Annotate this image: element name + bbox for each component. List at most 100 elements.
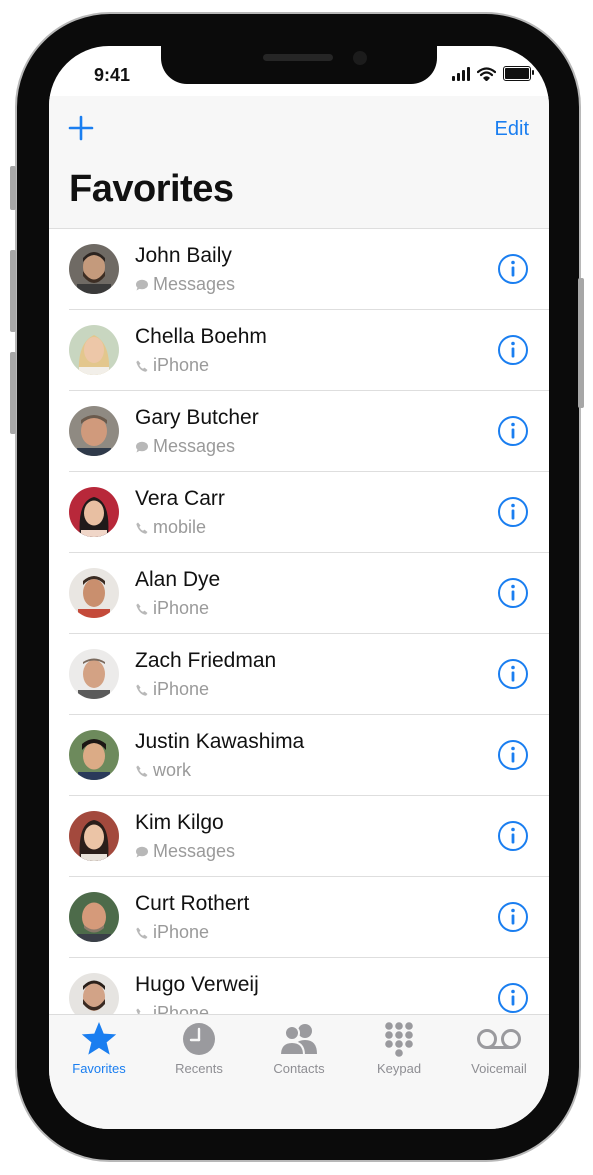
info-icon[interactable] <box>497 901 529 933</box>
nav-header: Edit Favorites <box>49 96 549 228</box>
favorite-row[interactable]: Chella Boehm iPhone <box>69 310 549 391</box>
contact-name: Justin Kawashima <box>135 730 305 753</box>
favorite-row[interactable]: Gary Butcher Messages <box>69 391 549 472</box>
info-icon[interactable] <box>497 253 529 285</box>
contact-name: Curt Rothert <box>135 892 250 915</box>
info-icon[interactable] <box>497 982 529 1014</box>
tab-voicemail[interactable]: Voicemail <box>449 1021 549 1076</box>
contact-detail: Messages <box>135 841 235 862</box>
tab-favorites[interactable]: Favorites <box>49 1021 149 1076</box>
earpiece-speaker <box>263 54 333 61</box>
avatar <box>69 244 119 294</box>
tab-recents[interactable]: Recents <box>149 1021 249 1076</box>
battery-icon <box>503 66 534 81</box>
power-button <box>578 278 584 408</box>
phone-icon <box>136 765 148 777</box>
info-icon[interactable] <box>497 658 529 690</box>
notch <box>161 46 437 84</box>
favorite-row[interactable]: Alan Dye iPhone <box>69 553 549 634</box>
volume-up-button <box>10 250 16 332</box>
phone-icon <box>136 684 148 696</box>
add-favorite-button[interactable] <box>67 114 95 142</box>
tab-bar: Favorites Recents Contacts Keypad Voicem… <box>49 1014 549 1129</box>
tab-label: Favorites <box>72 1061 126 1076</box>
contact-label: Messages <box>153 436 236 456</box>
contact-name: Kim Kilgo <box>135 811 224 834</box>
avatar <box>69 973 119 1015</box>
info-icon[interactable] <box>497 415 529 447</box>
contact-detail: iPhone <box>135 355 209 376</box>
avatar <box>69 892 119 942</box>
avatar <box>69 325 119 375</box>
page-title: Favorites <box>69 168 234 210</box>
phone-icon <box>136 927 148 939</box>
favorite-row[interactable]: Justin Kawashima work <box>69 715 549 796</box>
contact-label: mobile <box>153 517 207 537</box>
avatar <box>69 649 119 699</box>
phone-icon <box>136 360 148 372</box>
favorite-row[interactable]: John Baily Messages <box>69 229 549 310</box>
favorite-row[interactable]: Kim Kilgo Messages <box>69 796 549 877</box>
avatar <box>69 568 119 618</box>
contact-name: Zach Friedman <box>135 649 277 672</box>
info-icon[interactable] <box>497 496 529 528</box>
info-icon[interactable] <box>497 334 529 366</box>
favorite-row[interactable]: Zach Friedman iPhone <box>69 634 549 715</box>
contacts-icon <box>278 1024 317 1056</box>
favorites-list: John Baily Messages Chella Boehm iPhone … <box>49 228 549 1015</box>
cellular-signal-icon <box>452 67 470 81</box>
volume-down-button <box>10 352 16 434</box>
contact-name: John Baily <box>135 244 232 267</box>
tab-keypad[interactable]: Keypad <box>349 1021 449 1076</box>
avatar <box>69 406 119 456</box>
contact-label: work <box>153 760 192 780</box>
tab-label: Recents <box>175 1061 223 1076</box>
front-camera <box>353 51 367 65</box>
status-time: 9:41 <box>94 65 131 85</box>
message-bubble-icon <box>136 846 148 857</box>
keypad-icon <box>385 1022 413 1057</box>
phone-icon <box>136 603 148 615</box>
contact-label: Messages <box>153 841 236 861</box>
edit-button[interactable]: Edit <box>495 118 529 141</box>
contact-label: iPhone <box>153 922 210 942</box>
contact-detail: Messages <box>135 436 235 457</box>
tab-label: Voicemail <box>471 1061 527 1076</box>
contact-name: Vera Carr <box>135 487 225 510</box>
favorite-row[interactable]: Hugo Verweij iPhone <box>69 958 549 1015</box>
message-bubble-icon <box>136 279 148 290</box>
contact-name: Hugo Verweij <box>135 973 259 996</box>
favorite-row[interactable]: Vera Carr mobile <box>69 472 549 553</box>
tab-label: Contacts <box>273 1061 325 1076</box>
mute-switch <box>10 166 16 210</box>
contact-label: iPhone <box>153 598 210 618</box>
star-icon <box>81 1022 117 1055</box>
info-icon[interactable] <box>497 820 529 852</box>
voicemail-icon <box>477 1029 521 1049</box>
contact-detail: iPhone <box>135 598 209 619</box>
phone-screen: 9:41 Edit Favorites John Baily Messages <box>49 46 549 1129</box>
contact-detail: iPhone <box>135 679 209 700</box>
contact-detail: mobile <box>135 517 206 538</box>
contact-label: Messages <box>153 274 236 294</box>
contact-name: Gary Butcher <box>135 406 259 429</box>
favorite-row[interactable]: Curt Rothert iPhone <box>69 877 549 958</box>
info-icon[interactable] <box>497 739 529 771</box>
phone-icon <box>136 522 148 534</box>
contact-name: Chella Boehm <box>135 325 267 348</box>
contact-name: Alan Dye <box>135 568 221 591</box>
info-icon[interactable] <box>497 577 529 609</box>
contact-detail: iPhone <box>135 922 209 943</box>
tab-label: Keypad <box>376 1061 422 1076</box>
contact-detail: work <box>135 760 191 781</box>
avatar <box>69 730 119 780</box>
contact-detail: Messages <box>135 274 235 295</box>
message-bubble-icon <box>136 441 148 452</box>
contact-label: iPhone <box>153 679 210 699</box>
wifi-icon <box>477 67 496 81</box>
tab-contacts[interactable]: Contacts <box>249 1021 349 1076</box>
avatar <box>69 487 119 537</box>
contact-label: iPhone <box>153 355 210 375</box>
status-icons <box>452 66 534 81</box>
clock-icon <box>183 1023 215 1055</box>
